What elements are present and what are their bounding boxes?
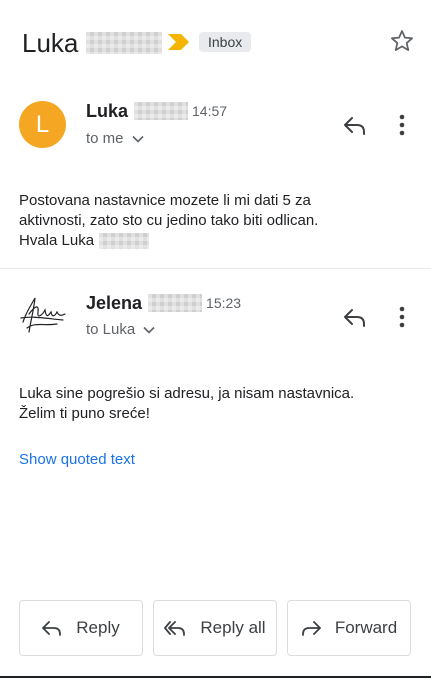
reply-icon[interactable] (343, 307, 367, 332)
message-2-recipient[interactable]: to Luka (86, 321, 155, 338)
reply-button[interactable]: Reply (19, 600, 143, 656)
body-line: Luka sine pogrešio si adresu, ja nisam n… (19, 385, 355, 402)
message-1-body: Postovana nastavnice mozete li mi dati 5… (19, 191, 318, 251)
sender-avatar: L (19, 101, 66, 148)
sender-name: Jelena (86, 292, 143, 313)
reply-icon[interactable] (343, 115, 367, 140)
forward-label: Forward (334, 618, 398, 637)
message-2-body: Luka sine pogrešio si adresu, ja nisam n… (19, 384, 354, 424)
body-line: Želim ti puno sreće! (19, 405, 150, 422)
body-line: aktivnosti, zato sto cu jedino tako biti… (19, 212, 319, 229)
subject-text: Luka (22, 27, 79, 58)
avatar-letter: L (35, 110, 50, 138)
reply-all-button[interactable]: Reply all (153, 600, 277, 656)
importance-marker-icon[interactable] (168, 34, 190, 55)
reply-all-icon (164, 621, 186, 636)
inbox-label-chip[interactable]: Inbox (199, 32, 252, 52)
message-1-sender-row: Luka 14:57 (86, 100, 227, 122)
reply-all-label: Reply all (200, 618, 266, 637)
show-quoted-text-link[interactable]: Show quoted text (19, 451, 135, 468)
forward-icon (301, 621, 321, 636)
message-divider (0, 268, 431, 269)
redacted-surname (86, 32, 163, 54)
recipient-text: to Luka (86, 321, 136, 338)
redacted-sender-surname (148, 294, 203, 312)
sender-name: Luka (86, 100, 129, 121)
redacted-sender-surname (134, 102, 189, 120)
more-options-icon[interactable] (398, 306, 406, 333)
redacted-signature-surname (99, 233, 150, 249)
message-time: 15:23 (206, 295, 242, 311)
forward-button[interactable]: Forward (287, 600, 411, 656)
reply-label: Reply (76, 618, 120, 637)
more-options-icon[interactable] (398, 114, 406, 141)
message-2-sender-row: Jelena 15:23 (86, 292, 241, 314)
reply-icon (42, 621, 62, 636)
body-line: Hvala Luka (19, 232, 95, 249)
signature-avatar (17, 292, 69, 343)
chevron-down-icon (131, 130, 144, 147)
star-icon[interactable] (389, 28, 415, 59)
recipient-text: to me (86, 130, 124, 147)
subject-line: Luka (22, 26, 163, 60)
message-1-recipient[interactable]: to me (86, 130, 144, 147)
message-time: 14:57 (192, 103, 228, 119)
chevron-down-icon (143, 321, 155, 338)
body-line: Postovana nastavnice mozete li mi dati 5… (19, 192, 311, 209)
